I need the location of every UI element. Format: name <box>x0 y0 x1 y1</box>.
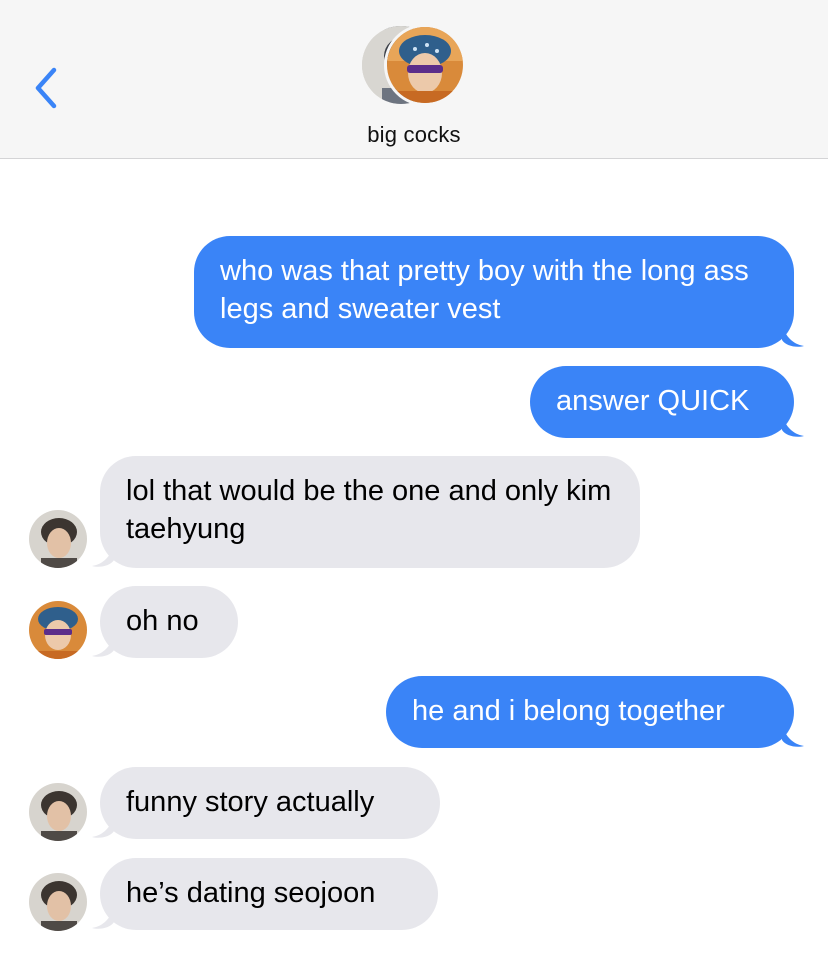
avatar-taehyung[interactable] <box>29 783 87 841</box>
bubble-tail <box>782 416 804 437</box>
received-message-bubble[interactable]: lol that would be the one and only kim t… <box>100 456 640 568</box>
bubble-tail <box>782 726 804 747</box>
message-text: he’s dating seojoon <box>126 877 376 909</box>
back-button[interactable] <box>26 62 70 114</box>
bubble-tail <box>92 817 114 838</box>
message-text: funny story actually <box>126 786 375 818</box>
chevron-left-icon <box>35 67 57 109</box>
message-text: answer QUICK <box>556 385 750 417</box>
received-message-bubble[interactable]: funny story actually <box>100 767 440 839</box>
conversation-header: big cocks <box>0 0 828 159</box>
member-avatar-front <box>384 24 466 106</box>
bubble-tail <box>782 326 804 347</box>
received-message-bubble[interactable]: oh no <box>100 586 238 658</box>
bubble-tail <box>92 908 114 929</box>
group-avatar[interactable] <box>362 24 466 108</box>
avatar-taehyung[interactable] <box>29 873 87 931</box>
sent-message-bubble[interactable]: answer QUICK <box>530 366 794 438</box>
message-text: he and i belong together <box>412 695 725 727</box>
message-text: oh no <box>126 605 199 637</box>
message-text: lol that would be the one and only kim t… <box>126 475 612 545</box>
bubble-tail <box>92 636 114 657</box>
avatar-bandana[interactable] <box>29 601 87 659</box>
conversation-title[interactable]: big cocks <box>0 122 828 148</box>
sent-message-bubble[interactable]: he and i belong together <box>386 676 794 748</box>
received-message-bubble[interactable]: he’s dating seojoon <box>100 858 438 930</box>
sent-message-bubble[interactable]: who was that pretty boy with the long as… <box>194 236 794 348</box>
bubble-tail <box>92 546 114 567</box>
message-text: who was that pretty boy with the long as… <box>220 255 749 325</box>
avatar-taehyung[interactable] <box>29 510 87 568</box>
